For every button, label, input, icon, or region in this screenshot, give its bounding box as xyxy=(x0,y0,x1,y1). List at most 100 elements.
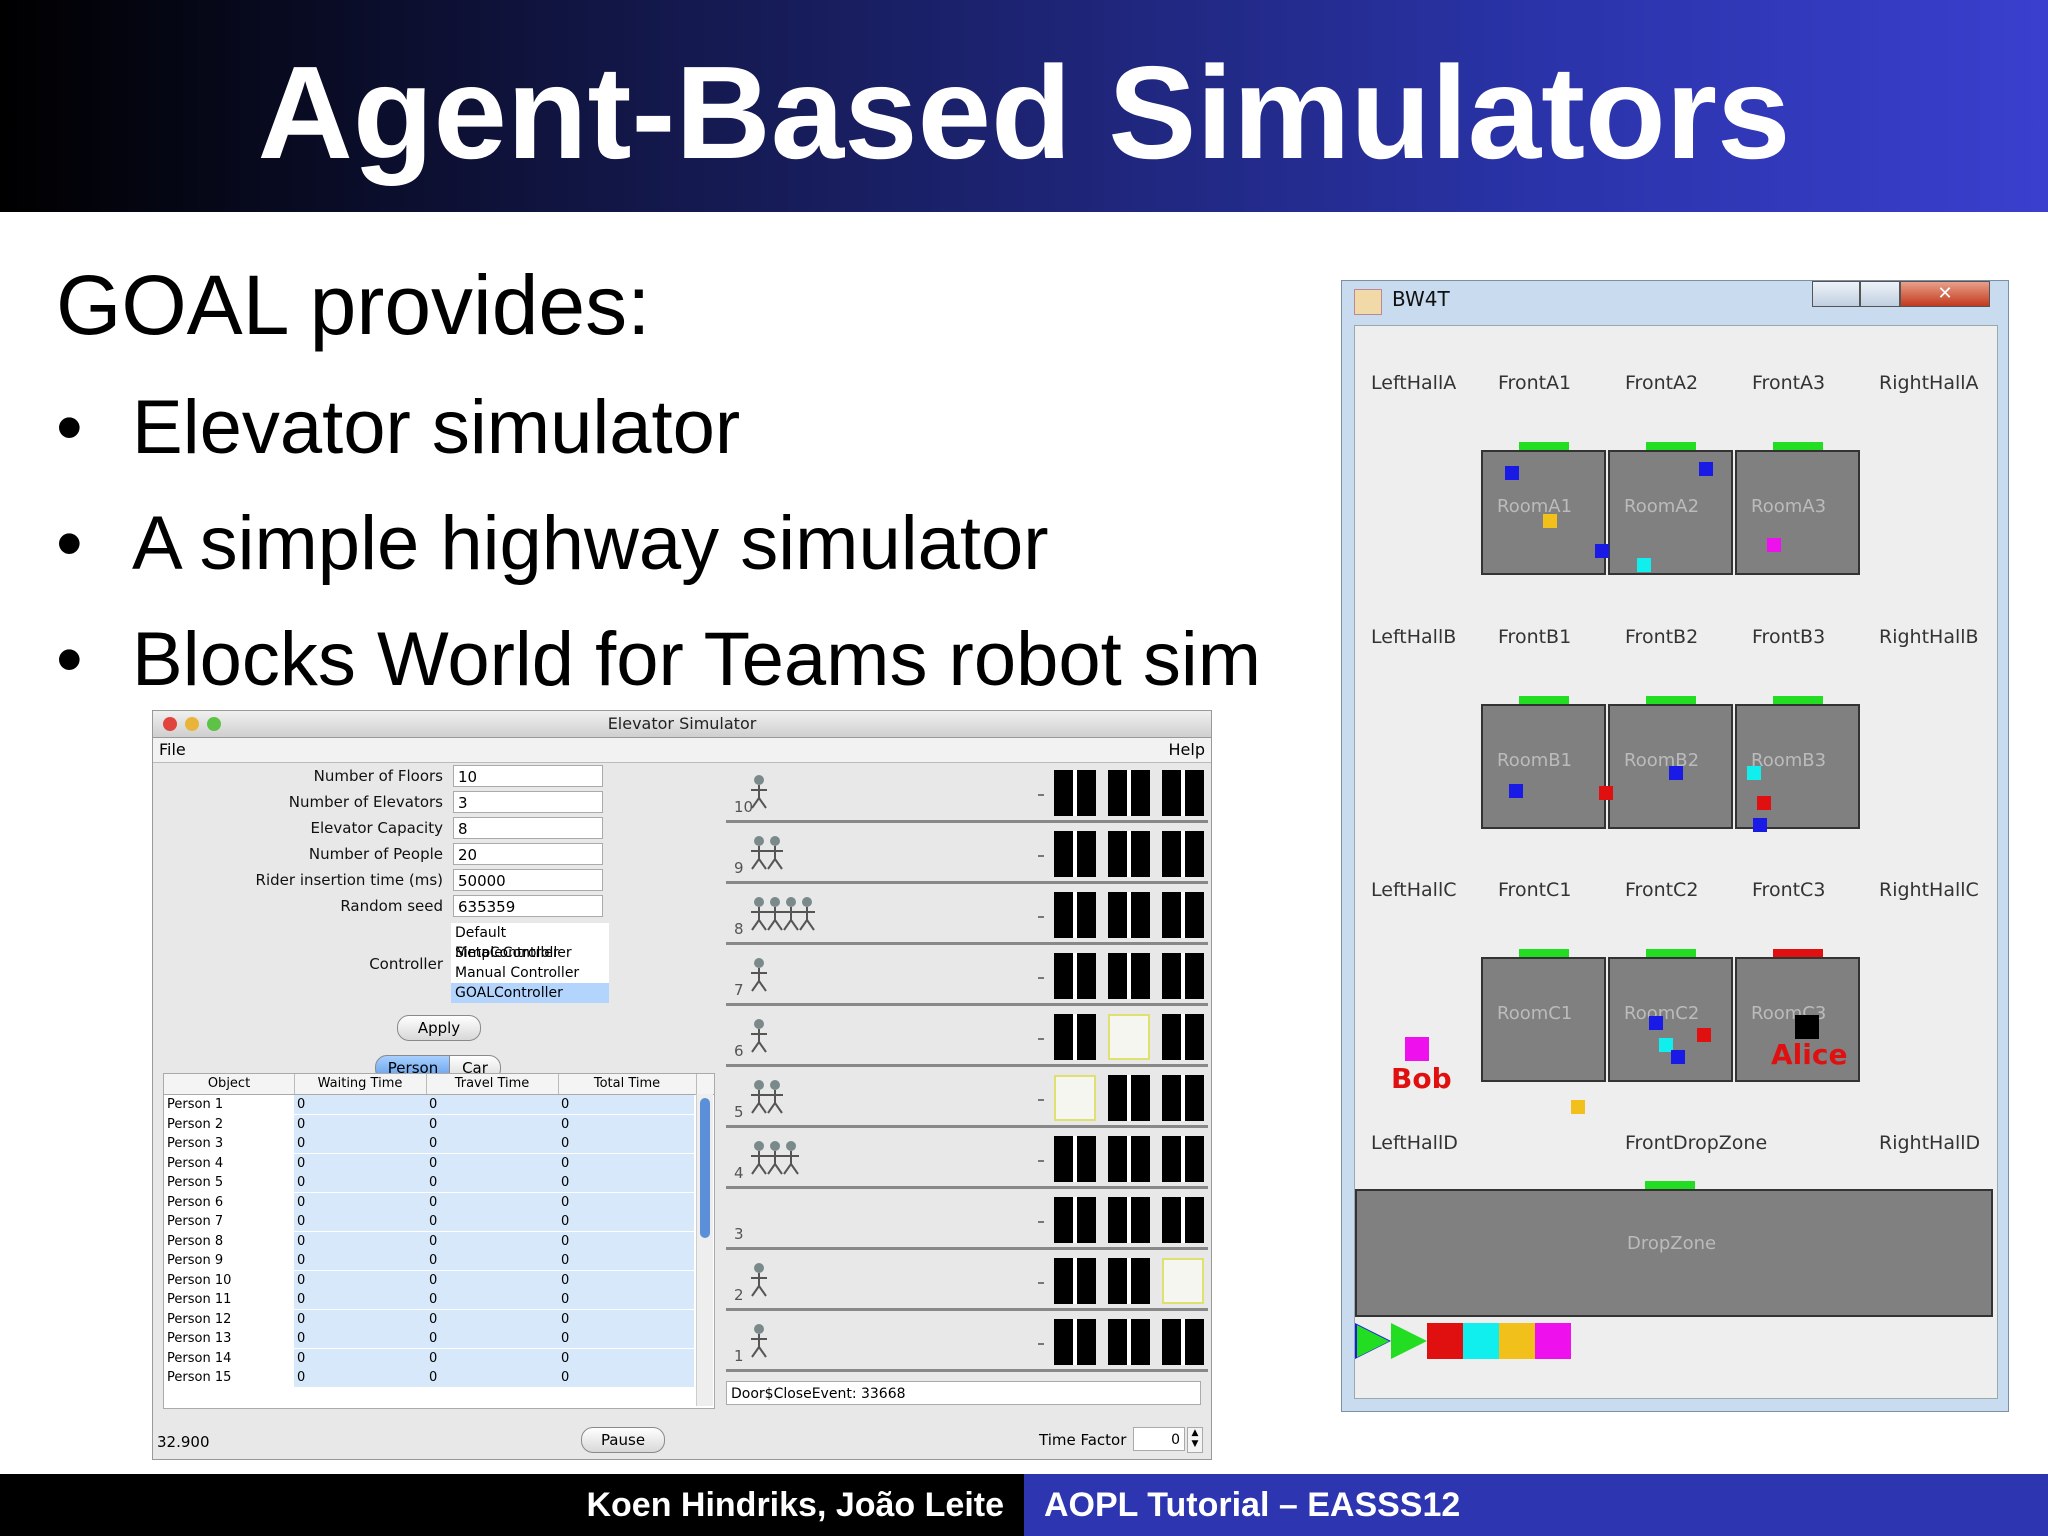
elevator-car xyxy=(1054,1197,1096,1243)
elevator-car xyxy=(1162,770,1204,816)
call-indicator xyxy=(1038,1099,1044,1101)
minimize-button[interactable] xyxy=(1812,281,1860,307)
hall-label: FrontB2 xyxy=(1625,626,1699,648)
bw4t-map: LeftHallA FrontA1 FrontA2 FrontA3 RightHallA… xyxy=(1354,325,1998,1399)
close-button[interactable]: ✕ xyxy=(1900,281,1990,307)
column-header[interactable]: Travel Time xyxy=(426,1074,559,1094)
apply-button[interactable]: Apply xyxy=(397,1015,481,1041)
table-scrollbar[interactable] xyxy=(696,1094,713,1406)
room-label: RoomB3 xyxy=(1751,750,1827,771)
menu-help[interactable]: Help xyxy=(1169,738,1205,762)
room[interactable]: RoomC1 xyxy=(1481,957,1606,1082)
hall-label: RightHallC xyxy=(1879,879,1979,901)
controller-label: Controller xyxy=(369,955,443,973)
table-cell: 0 xyxy=(558,1348,694,1368)
table-cell: 0 xyxy=(558,1329,694,1348)
field-label: Elevator Capacity xyxy=(310,819,444,837)
table-cell: 0 xyxy=(294,1212,426,1231)
bullet-item: • Elevator simulator xyxy=(56,383,740,473)
people-input[interactable]: 20 xyxy=(453,843,603,865)
table-row[interactable]: Person 1000 xyxy=(164,1095,694,1114)
room[interactable]: RoomA3 xyxy=(1735,450,1860,575)
insertion-time-input[interactable]: 50000 xyxy=(453,869,603,891)
table-row[interactable]: Person 12 0 0 0 xyxy=(164,1309,694,1329)
elevator-car xyxy=(1108,1136,1150,1182)
column-header[interactable]: Total Time xyxy=(558,1074,697,1094)
table-row[interactable]: Person 15 0 0 0 xyxy=(164,1368,694,1387)
table-row[interactable]: Person 8000 xyxy=(164,1231,694,1251)
elevator-car xyxy=(1054,1258,1096,1304)
block xyxy=(1753,818,1767,832)
scroll-thumb[interactable] xyxy=(700,1098,710,1238)
table-cell: 0 xyxy=(558,1251,694,1270)
block xyxy=(1649,1016,1663,1030)
table-row[interactable]: Person 7000 xyxy=(164,1212,694,1231)
block xyxy=(1697,1028,1711,1042)
table-row[interactable]: Person 3000 xyxy=(164,1134,694,1153)
table-cell: 0 xyxy=(426,1348,558,1368)
maximize-button[interactable] xyxy=(1860,281,1900,307)
elevator-simulator-window: Elevator Simulator File Help Number of F… xyxy=(152,710,1212,1460)
table-row[interactable]: Person 4000 xyxy=(164,1153,694,1173)
window-title: Elevator Simulator xyxy=(607,714,757,733)
block xyxy=(1767,538,1781,552)
table-row[interactable]: Person 10 0 0 0 xyxy=(164,1270,694,1290)
table-row[interactable]: Person 6000 xyxy=(164,1192,694,1212)
controller-option[interactable]: SimpleController xyxy=(451,943,609,963)
column-header[interactable]: Object xyxy=(164,1074,295,1094)
block xyxy=(1571,1100,1585,1114)
controller-list[interactable]: Default MetaController SimpleController … xyxy=(451,923,609,1003)
floor-row: 9 xyxy=(726,825,1208,884)
controller-option[interactable]: Default MetaController xyxy=(451,923,609,961)
table-cell: 0 xyxy=(294,1329,426,1348)
column-header[interactable]: Waiting Time xyxy=(294,1074,427,1094)
bullet-text: A simple highway simulator xyxy=(132,501,1049,586)
block xyxy=(1637,558,1651,572)
floors-input[interactable]: 10 xyxy=(453,765,603,787)
room[interactable]: RoomA1 xyxy=(1481,450,1606,575)
menu-file[interactable]: File xyxy=(159,738,186,762)
bot-alice-marker xyxy=(1795,1015,1819,1039)
table-cell: Person 3 xyxy=(167,1136,224,1151)
floor-row: 2 xyxy=(726,1252,1208,1311)
elevator-car xyxy=(1162,1075,1204,1121)
person-icon xyxy=(748,774,770,810)
table-row[interactable]: Person 5000 xyxy=(164,1173,694,1192)
table-cell: 0 xyxy=(426,1134,558,1153)
table-cell: 0 xyxy=(294,1173,426,1192)
table-cell: 0 xyxy=(426,1329,558,1348)
table-row[interactable]: Person 14 0 0 0 xyxy=(164,1348,694,1368)
building-view: 10 9 8 7 6 5 4 3 2 1 xyxy=(726,764,1208,1390)
sequence-arrows-icon xyxy=(1355,1323,1427,1359)
table-cell: Person 13 xyxy=(167,1331,232,1346)
call-indicator xyxy=(1038,1282,1044,1284)
room[interactable]: RoomB1 xyxy=(1481,704,1606,829)
hall-label: FrontB1 xyxy=(1498,626,1572,648)
table-cell: Person 9 xyxy=(167,1253,224,1268)
dropzone[interactable]: DropZone xyxy=(1355,1189,1993,1317)
table-row[interactable]: Person 13 0 0 0 xyxy=(164,1329,694,1348)
table-row[interactable]: Person 9000 xyxy=(164,1251,694,1270)
table-row[interactable]: Person 11 0 0 0 xyxy=(164,1290,694,1309)
hall-label: FrontA3 xyxy=(1752,372,1826,394)
capacity-input[interactable]: 8 xyxy=(453,817,603,839)
random-seed-input[interactable]: 635359 xyxy=(453,895,603,917)
elevator-car xyxy=(1162,953,1204,999)
elevators-input[interactable]: 3 xyxy=(453,791,603,813)
table-cell: 0 xyxy=(426,1114,558,1134)
table-cell: 0 xyxy=(558,1368,694,1387)
controller-option-selected[interactable]: GOALController xyxy=(451,983,609,1003)
table-row[interactable]: Person 2000 xyxy=(164,1114,694,1134)
elevator-car xyxy=(1108,1014,1150,1060)
time-factor-input[interactable]: 0 xyxy=(1133,1427,1185,1451)
time-factor-stepper[interactable]: ▲ ▼ xyxy=(1187,1427,1203,1453)
table-cell: 0 xyxy=(558,1095,694,1114)
dropzone-label: DropZone xyxy=(1627,1233,1717,1254)
bullet-dot: • xyxy=(56,501,83,586)
room[interactable]: RoomA2 xyxy=(1608,450,1733,575)
table-cell: 0 xyxy=(426,1270,558,1290)
elevator-car xyxy=(1054,831,1096,877)
floor-number: 9 xyxy=(734,859,744,877)
controller-option[interactable]: Manual Controller xyxy=(451,963,609,983)
pause-button[interactable]: Pause xyxy=(581,1427,665,1453)
